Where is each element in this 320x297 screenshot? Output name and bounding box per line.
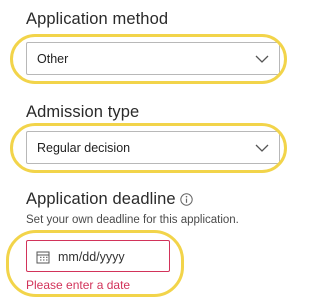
application-method-select[interactable]: Other [26, 42, 280, 75]
application-deadline-heading: Application deadline [26, 190, 193, 209]
date-placeholder: mm/dd/yyyy [58, 250, 125, 264]
application-deadline-label: Application deadline [26, 190, 176, 208]
application-deadline-helper: Set your own deadline for this applicati… [26, 214, 239, 226]
application-method-value: Other [37, 52, 69, 66]
application-deadline-date-input[interactable]: mm/dd/yyyy [26, 240, 170, 272]
application-method-label: Application method [26, 10, 169, 28]
date-error-message: Please enter a date [26, 278, 131, 292]
application-form: Application method Other Admission type … [0, 0, 287, 297]
chevron-down-icon [255, 55, 269, 63]
admission-type-select[interactable]: Regular decision [26, 131, 280, 164]
admission-type-label: Admission type [26, 103, 140, 121]
chevron-down-icon [255, 144, 269, 152]
calendar-icon [36, 251, 50, 264]
info-icon[interactable] [180, 193, 193, 206]
admission-type-value: Regular decision [37, 141, 131, 155]
